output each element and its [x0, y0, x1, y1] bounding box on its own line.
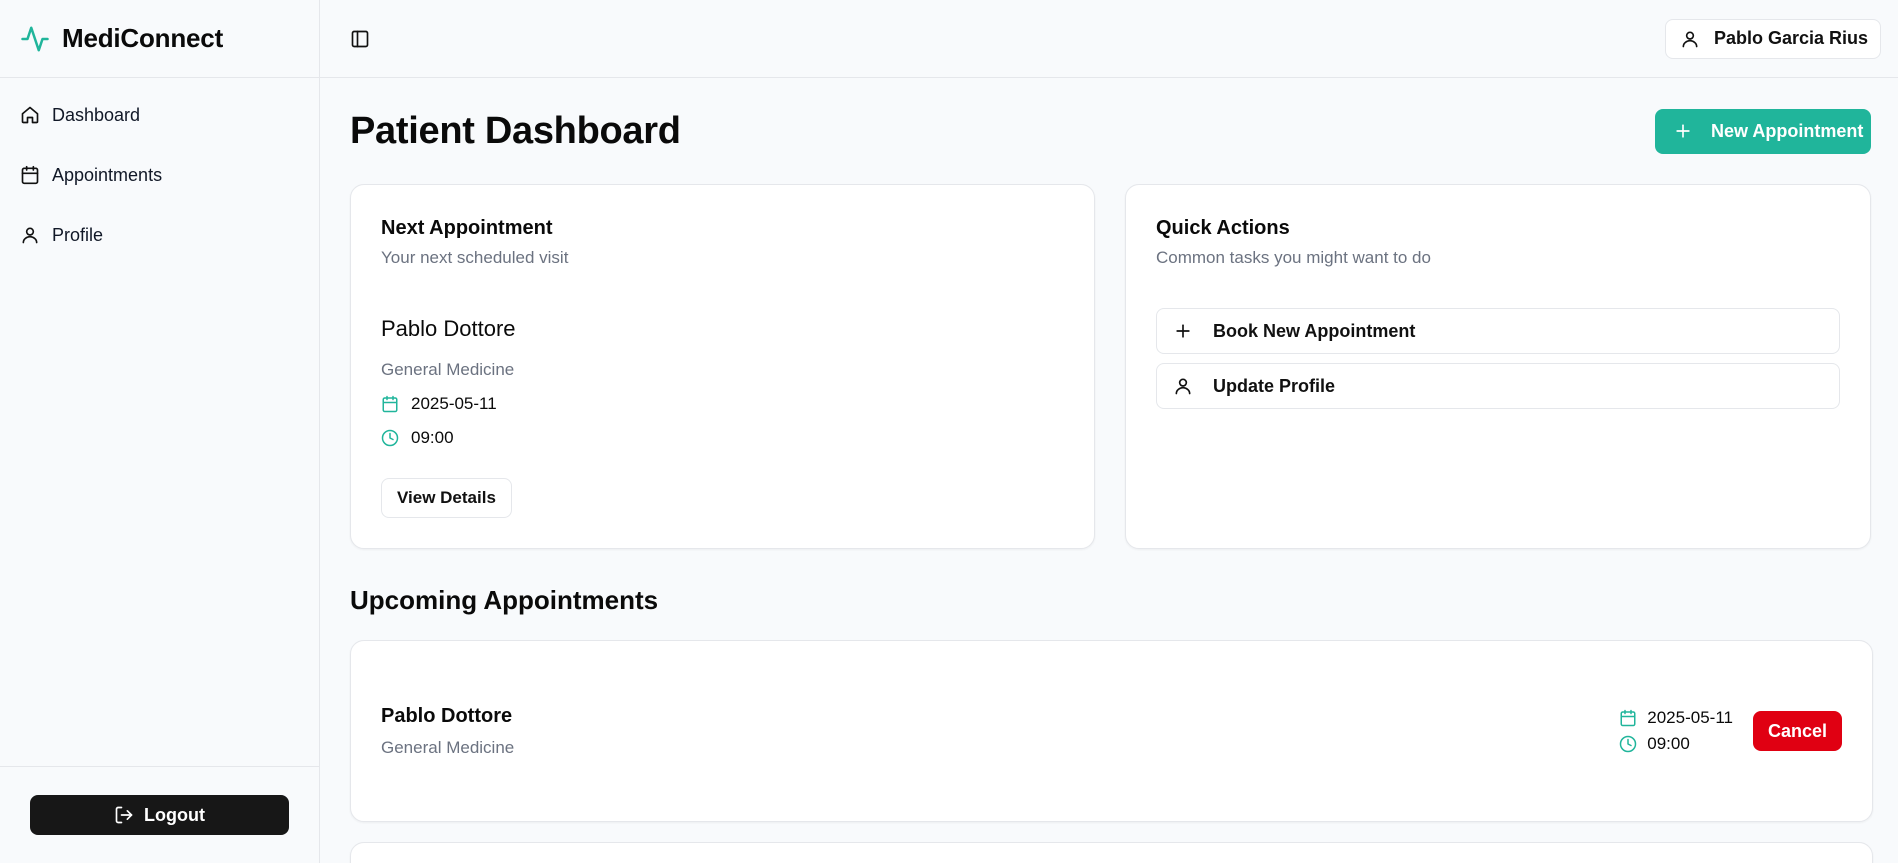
brand[interactable]: MediConnect: [0, 0, 319, 78]
home-icon: [20, 105, 40, 125]
sidebar-item-label: Dashboard: [52, 104, 141, 125]
topbar: Pablo Garcia Rius: [320, 0, 1898, 78]
doctor-name: Pablo Dottore: [381, 704, 513, 727]
pulse-icon: [20, 24, 50, 54]
doctor-specialty: General Medicine: [381, 360, 515, 379]
card-title: Next Appointment: [381, 217, 553, 239]
appointment-time-row: 09:00: [381, 428, 1064, 448]
sidebar-toggle-button[interactable]: [348, 27, 372, 51]
page-header: Patient Dashboard New Appointment: [350, 78, 1871, 184]
quick-actions-card: Quick Actions Common tasks you might wan…: [1125, 184, 1871, 549]
quick-actions-list: Book New Appointment Update Profile: [1156, 308, 1840, 409]
appointment-time: 09:00: [1647, 734, 1690, 753]
appointment-date-row: 2025-05-11: [381, 394, 1064, 414]
appointment-time: 09:00: [411, 428, 454, 447]
doctor-name: Pablo Dottore: [381, 316, 516, 341]
plus-icon: [1173, 321, 1193, 341]
appointment-date-row: 2025-05-11: [1619, 708, 1733, 728]
action-label: Book New Appointment: [1213, 320, 1416, 341]
card-subtitle: Common tasks you might want to do: [1156, 248, 1431, 267]
appointment-time-row: 09:00: [1619, 734, 1733, 754]
book-new-appointment-button[interactable]: Book New Appointment: [1156, 308, 1840, 354]
sidebar-item-dashboard[interactable]: Dashboard: [10, 92, 309, 138]
dashboard-grid: Next Appointment Your next scheduled vis…: [350, 184, 1871, 549]
appointment-date: 2025-05-11: [1647, 708, 1733, 727]
plus-icon: [1673, 121, 1693, 141]
page-content: Patient Dashboard New Appointment Next A…: [320, 78, 1898, 863]
sidebar-item-label: Appointments: [52, 164, 163, 185]
doctor-specialty: General Medicine: [381, 737, 515, 757]
clock-icon: [381, 429, 399, 447]
appointment-info: Pablo Dottore General Medicine: [381, 705, 514, 758]
sidebar-item-label: Profile: [52, 224, 104, 245]
sidebar-nav: Dashboard Appointments Profile: [0, 78, 319, 258]
sidebar-item-profile[interactable]: Profile: [10, 212, 309, 258]
card-subtitle: Your next scheduled visit: [381, 248, 569, 267]
upcoming-appointment-card: Pablo Dottore General Medicine 2025-05-1…: [350, 640, 1873, 822]
logout-button[interactable]: Logout: [30, 795, 289, 835]
brand-name: MediConnect: [62, 23, 224, 53]
calendar-icon: [20, 165, 40, 185]
sidebar-item-appointments[interactable]: Appointments: [10, 152, 309, 198]
panel-left-icon: [350, 29, 370, 49]
app-root: MediConnect Dashboard Appointments Profi…: [0, 0, 1898, 863]
appointment-actions: 2025-05-11 09:00 Cancel: [1619, 708, 1842, 754]
upcoming-appointments-title: Upcoming Appointments: [350, 585, 659, 615]
update-profile-button[interactable]: Update Profile: [1156, 363, 1840, 409]
user-icon: [20, 225, 40, 245]
user-icon: [1680, 29, 1700, 49]
new-appointment-button[interactable]: New Appointment: [1655, 108, 1871, 154]
new-appointment-label: New Appointment: [1711, 120, 1864, 141]
user-menu-button[interactable]: Pablo Garcia Rius: [1664, 18, 1881, 59]
logout-icon: [114, 805, 134, 825]
view-details-button[interactable]: View Details: [381, 478, 512, 518]
next-appointment-card: Next Appointment Your next scheduled vis…: [350, 184, 1095, 549]
user-icon: [1173, 376, 1193, 396]
logout-label: Logout: [144, 804, 205, 825]
appointment-meta: 2025-05-11 09:00: [1619, 708, 1733, 754]
calendar-icon: [1619, 709, 1637, 727]
card-title: Quick Actions: [1156, 217, 1290, 239]
upcoming-appointment-card-partial: [350, 842, 1873, 863]
sidebar-footer: Logout: [0, 766, 319, 863]
main-area: Pablo Garcia Rius Patient Dashboard New …: [320, 0, 1898, 863]
user-name: Pablo Garcia Rius: [1713, 28, 1868, 48]
page-title: Patient Dashboard: [350, 109, 681, 152]
calendar-icon: [381, 395, 399, 413]
action-label: Update Profile: [1213, 375, 1336, 396]
clock-icon: [1619, 735, 1637, 753]
cancel-appointment-button[interactable]: Cancel: [1752, 711, 1842, 751]
sidebar: MediConnect Dashboard Appointments Profi…: [0, 0, 320, 863]
appointment-date: 2025-05-11: [411, 394, 497, 413]
